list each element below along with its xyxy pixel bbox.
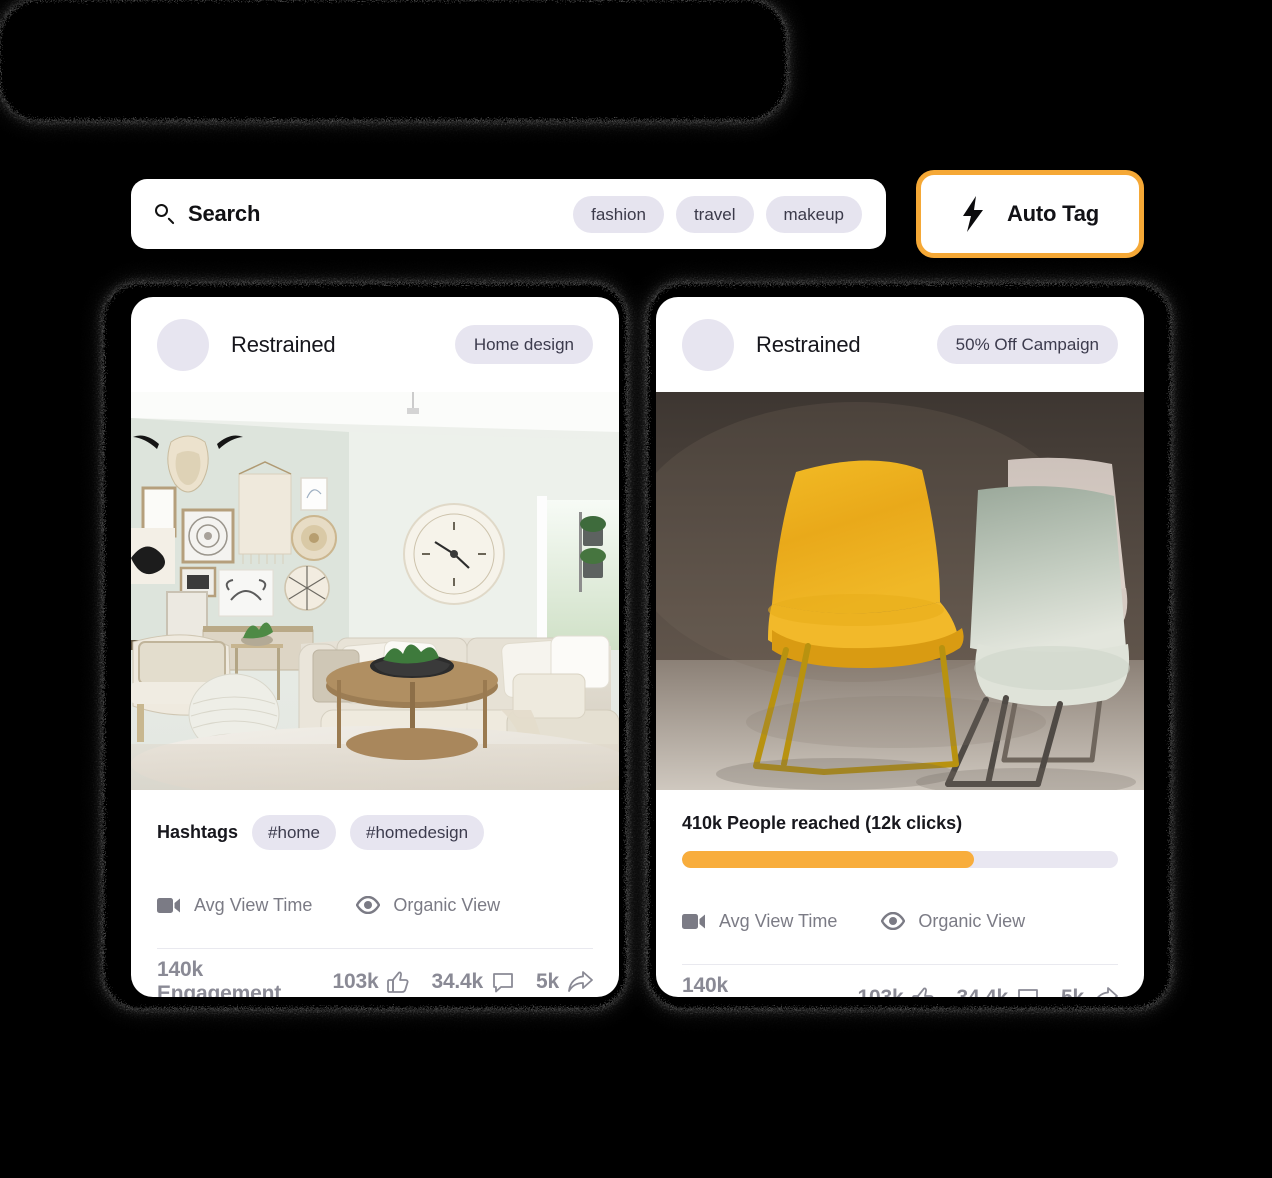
eye-icon — [356, 896, 381, 914]
metric-label: Organic View — [393, 894, 501, 915]
author-name: Restrained — [756, 331, 861, 357]
stat-likes[interactable]: 103k — [858, 986, 935, 997]
post-card-home-design[interactable]: Restrained Home design Hashtags #home #h… — [131, 297, 619, 997]
stat-comments[interactable]: 34.4k — [956, 986, 1039, 997]
thumbs-up-icon — [387, 971, 409, 993]
hashtag-home[interactable]: #home — [252, 814, 337, 850]
search-input[interactable]: Search — [188, 201, 260, 227]
engagement-count: 140k Engagement — [157, 958, 282, 997]
search-bar[interactable]: Search fashion travel makeup — [131, 179, 886, 249]
metric-label: Avg View Time — [719, 910, 838, 931]
reach-label: 410k People reached (12k clicks) — [682, 813, 963, 833]
comment-icon — [1018, 989, 1038, 997]
card-media-living-room — [131, 392, 619, 790]
metrics-row: Avg View Time Organic View — [682, 906, 1118, 936]
auto-tag-button[interactable]: Auto Tag — [916, 170, 1144, 258]
metric-avg-view-time[interactable]: Avg View Time — [157, 895, 312, 916]
stat-shares[interactable]: 5k — [536, 970, 593, 994]
auto-tag-label: Auto Tag — [1006, 201, 1100, 226]
eye-icon — [881, 912, 906, 930]
hashtags-row: Hashtags #home #homedesign — [157, 812, 593, 852]
search-icon — [155, 203, 176, 225]
stat-comments[interactable]: 34.4k — [431, 970, 514, 994]
stat-likes[interactable]: 103k — [333, 970, 410, 994]
thumbs-up-icon — [912, 987, 934, 997]
card-category-tag[interactable]: Home design — [454, 325, 593, 364]
card-body: Hashtags #home #homedesign Avg View Time… — [131, 790, 619, 997]
share-icon — [1097, 987, 1118, 997]
metric-label: Avg View Time — [194, 894, 313, 915]
card-footer: 140k Engagement 103k 34.4k 5k — [157, 949, 593, 997]
lightning-bolt-icon — [962, 196, 983, 232]
chip-makeup[interactable]: makeup — [765, 195, 862, 233]
reach-progress-fill — [682, 851, 975, 868]
post-card-campaign[interactable]: Restrained 50% Off Campaign 410k People … — [656, 297, 1144, 997]
avatar — [157, 318, 209, 371]
metrics-row: Avg View Time Organic View — [157, 890, 593, 920]
engagement-count: 140k Engagement — [682, 974, 728, 997]
social-stats: 103k 34.4k 5k — [858, 986, 1118, 997]
metric-organic-view[interactable]: Organic View — [881, 911, 1025, 932]
metric-organic-view[interactable]: Organic View — [356, 895, 500, 916]
metric-label: Organic View — [918, 910, 1026, 931]
comments-value: 34.4k — [956, 986, 1008, 997]
chip-fashion[interactable]: fashion — [573, 195, 664, 233]
avatar — [682, 318, 734, 371]
likes-value: 103k — [858, 986, 904, 997]
search-suggestion-chips: fashion travel makeup — [573, 195, 862, 233]
social-stats: 103k 34.4k 5k — [333, 970, 593, 994]
video-camera-icon — [682, 913, 705, 929]
card-body: 410k People reached (12k clicks) Avg Vie… — [656, 790, 1144, 997]
shares-value: 5k — [1061, 986, 1084, 997]
chip-travel[interactable]: travel — [675, 195, 754, 233]
stat-shares[interactable]: 5k — [1061, 986, 1118, 997]
search-bar-glow — [0, 0, 786, 120]
comment-icon — [493, 973, 513, 993]
card-header: Restrained 50% Off Campaign — [656, 297, 1144, 392]
card-media-chairs — [656, 392, 1144, 790]
hashtag-homedesign[interactable]: #homedesign — [350, 814, 485, 850]
card-campaign-tag[interactable]: 50% Off Campaign — [936, 325, 1118, 364]
hashtags-label: Hashtags — [157, 821, 239, 842]
share-icon — [568, 971, 593, 992]
metric-avg-view-time[interactable]: Avg View Time — [682, 911, 837, 932]
likes-value: 103k — [332, 970, 379, 993]
author-name: Restrained — [231, 331, 336, 357]
card-footer: 140k Engagement 103k 34.4k 5k — [682, 965, 1118, 997]
shares-value: 5k — [536, 970, 559, 993]
video-camera-icon — [157, 897, 180, 913]
comments-value: 34.4k — [431, 970, 484, 993]
card-header: Restrained Home design — [131, 297, 619, 392]
reach-progress-bar — [682, 851, 1118, 868]
search-input-group[interactable]: Search — [155, 201, 573, 227]
